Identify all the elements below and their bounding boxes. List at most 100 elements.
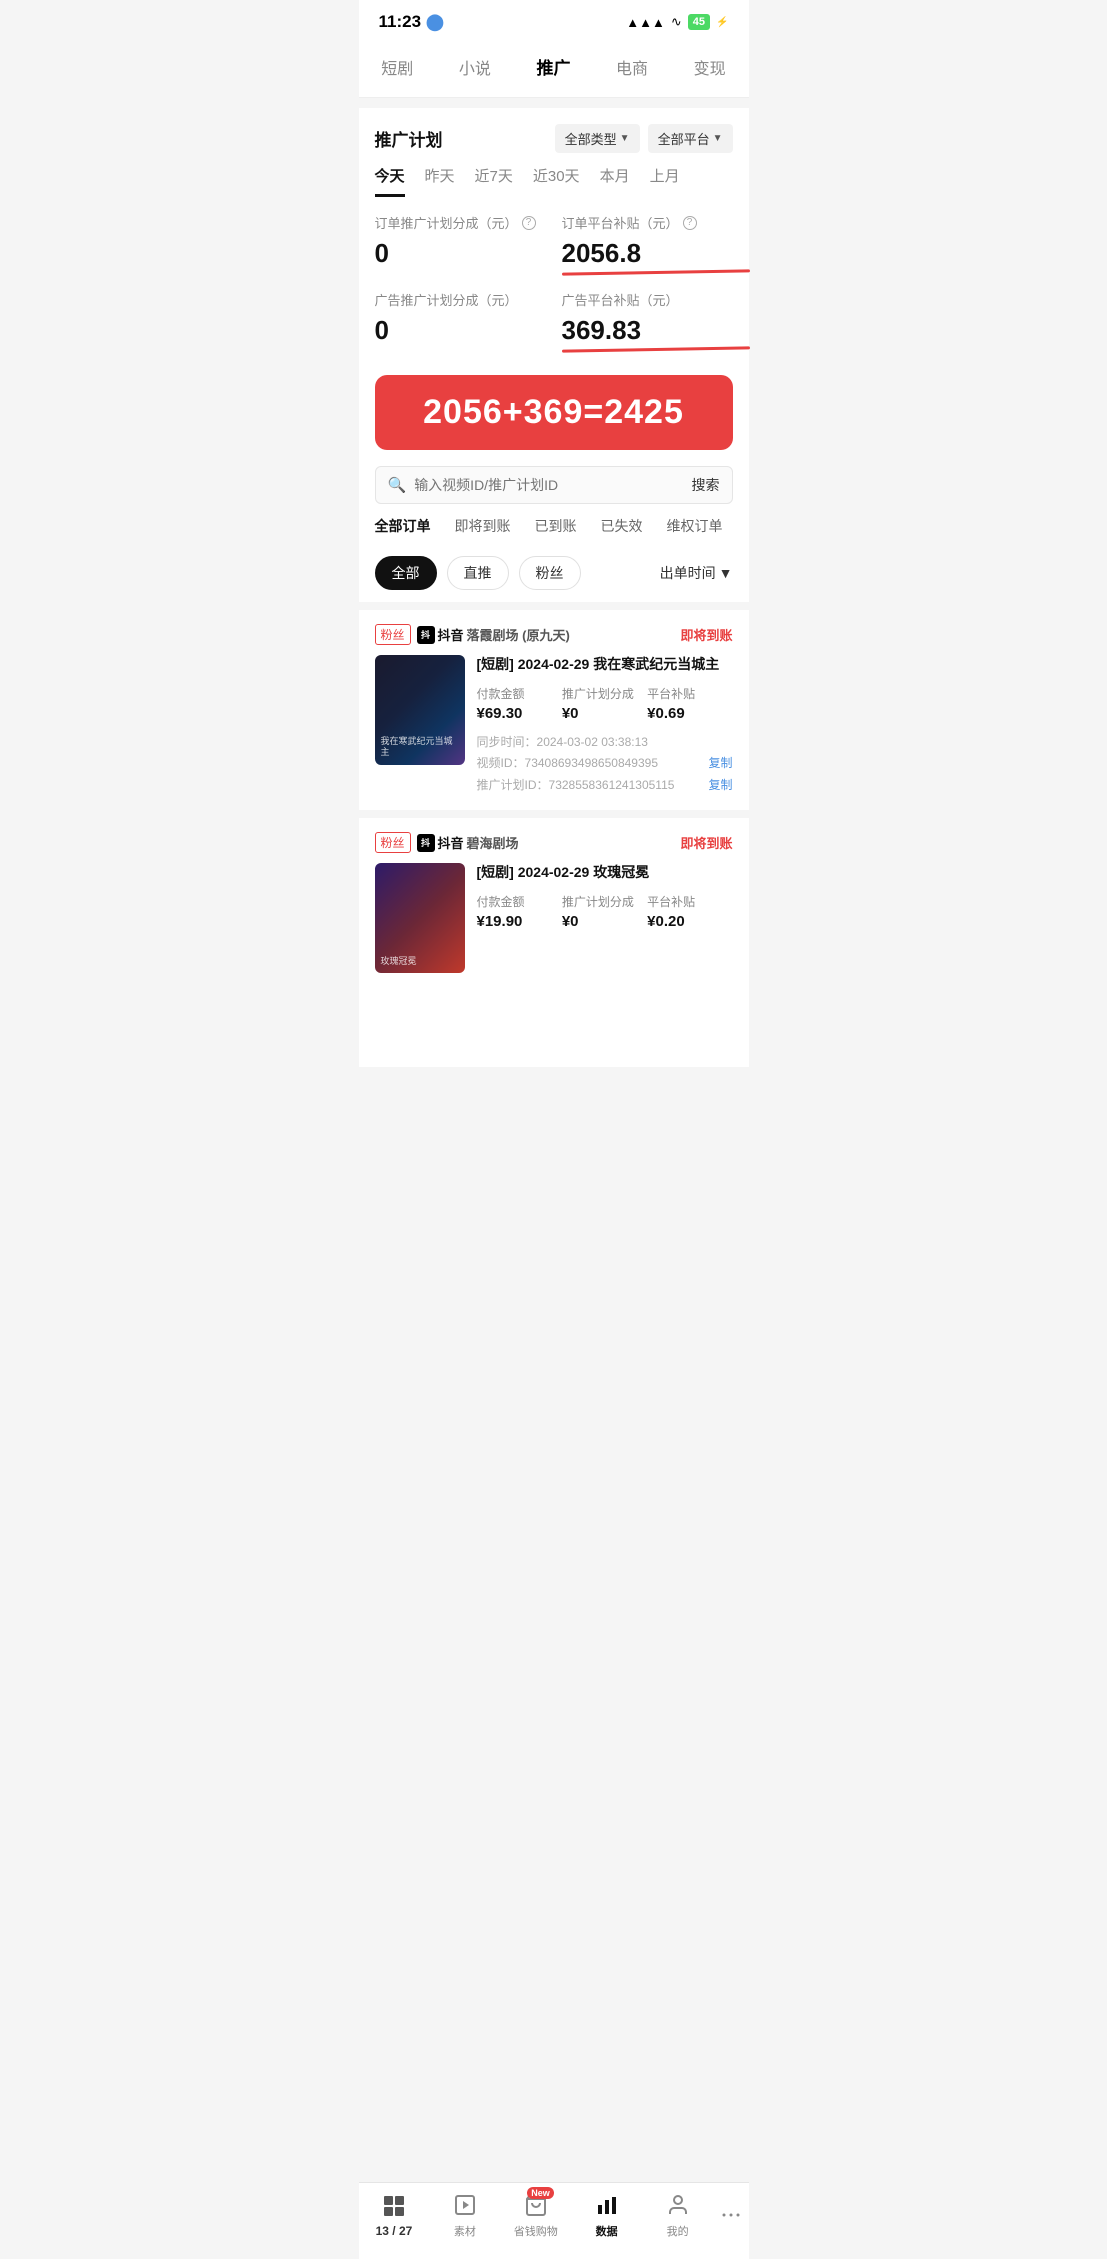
status-badge-2: 即将到账 [680, 833, 732, 852]
pay-amount-1: 付款金额 ¥69.30 [477, 685, 562, 722]
main-nav: 短剧 小说 推广 电商 变现 [359, 40, 749, 98]
date-tab-7days[interactable]: 近7天 [475, 165, 513, 197]
date-tab-30days[interactable]: 近30天 [533, 165, 580, 197]
stat-value-1: 2056.8 [562, 238, 733, 274]
stat-label-3: 广告平台补贴（元） [562, 290, 733, 309]
order-stats-2: 付款金额 ¥19.90 推广计划分成 ¥0 平台补贴 ¥0.20 [477, 893, 733, 930]
order-tabs: 全部订单 即将到账 已到账 已失效 维权订单 [359, 516, 749, 548]
filter-type-btn[interactable]: 全部类型 ▼ [555, 124, 640, 153]
order-card-1-body: 我在寒武纪元当城主 [短剧] 2024-02-29 我在寒武纪元当城主 付款金额… [375, 655, 733, 796]
douyin-icon-2: 抖 [417, 834, 435, 852]
nav-tab-novel[interactable]: 小说 [451, 51, 499, 83]
order-card-2-header: 粉丝 抖 抖音 碧海剧场 即将到账 [375, 832, 733, 853]
order-tab-dispute[interactable]: 维权订单 [667, 516, 723, 536]
order-tab-all[interactable]: 全部订单 [375, 516, 431, 536]
shopping-label: 省钱购物 [514, 2223, 558, 2239]
chart-icon [593, 2191, 621, 2219]
stat-value-0: 0 [375, 238, 546, 269]
nav-tab-monetize[interactable]: 变现 [686, 51, 734, 83]
filter-fans-btn[interactable]: 粉丝 [519, 556, 581, 590]
date-tab-lastmonth[interactable]: 上月 [650, 165, 680, 197]
stat-value-3: 369.83 [562, 315, 733, 351]
order-thumb-2: 玫瑰冠冕 [375, 863, 465, 973]
order-tab-arrived[interactable]: 已到账 [535, 516, 577, 536]
stats-grid: 订单推广计划分成（元） ? 0 订单平台补贴（元） ? 2056.8 广告推广计… [359, 197, 749, 367]
signal-icon: ▲▲▲ [626, 15, 665, 30]
filter-buttons: 全部类型 ▼ 全部平台 ▼ [555, 124, 733, 153]
main-content: 推广计划 全部类型 ▼ 全部平台 ▼ 今天 昨天 近7天 近30天 本月 上月 … [359, 108, 749, 1067]
bottom-nav-materials[interactable]: 素材 [429, 2191, 500, 2239]
page-indicator: 13 / 27 [376, 2224, 413, 2238]
info-icon-1[interactable]: ? [683, 216, 697, 230]
copy-plan-id-1[interactable]: 复制 [708, 775, 732, 797]
bottom-nav-shopping[interactable]: New 省钱购物 [500, 2191, 571, 2239]
search-icon: 🔍 [388, 476, 407, 494]
summary-banner: 2056+369=2425 [375, 375, 733, 450]
highlight-underline-2 [561, 346, 749, 352]
nav-tab-ecommerce[interactable]: 电商 [608, 51, 656, 83]
date-tab-yesterday[interactable]: 昨天 [425, 165, 455, 197]
nav-tab-drama[interactable]: 短剧 [373, 51, 421, 83]
order-tab-pending[interactable]: 即将到账 [455, 516, 511, 536]
order-card-1-header: 粉丝 抖 抖音 落霞剧场 (原九天) 即将到账 [375, 624, 733, 645]
status-icons: ▲▲▲ ∿ 45 ⚡ [626, 14, 728, 30]
commission-1: 推广计划分成 ¥0 [562, 685, 647, 722]
sort-button[interactable]: 出单时间 ▼ [660, 563, 733, 583]
bottom-nav: 13 / 27 素材 New 省钱购物 [359, 2182, 749, 2259]
play-icon [451, 2191, 479, 2219]
stat-label-1: 订单平台补贴（元） ? [562, 213, 733, 232]
order-title-1: [短剧] 2024-02-29 我在寒武纪元当城主 [477, 655, 733, 675]
thumb-art-1: 我在寒武纪元当城主 [375, 655, 465, 765]
order-thumb-1: 我在寒武纪元当城主 [375, 655, 465, 765]
bottom-nav-data[interactable]: 数据 [571, 2191, 642, 2239]
date-tab-thismonth[interactable]: 本月 [600, 165, 630, 197]
status-badge-1: 即将到账 [680, 625, 732, 644]
order-card-2-body: 玫瑰冠冕 [短剧] 2024-02-29 玫瑰冠冕 付款金额 ¥19.90 推广… [375, 863, 733, 973]
chevron-down-icon: ▼ [620, 133, 630, 144]
order-tags-2: 粉丝 抖 抖音 碧海剧场 [375, 832, 519, 853]
bottom-nav-home[interactable]: 13 / 27 [359, 2192, 430, 2238]
nav-tab-promotion[interactable]: 推广 [528, 50, 578, 83]
data-label: 数据 [596, 2223, 618, 2239]
filter-row: 全部 直推 粉丝 出单时间 ▼ [359, 548, 749, 602]
order-title-2: [短剧] 2024-02-29 玫瑰冠冕 [477, 863, 733, 883]
search-bar: 🔍 搜索 [375, 466, 733, 504]
info-icon-0[interactable]: ? [522, 216, 536, 230]
battery-icon: ⚡ [716, 17, 728, 28]
section-title: 推广计划 [375, 126, 443, 151]
commission-2: 推广计划分成 ¥0 [562, 893, 647, 930]
date-tab-today[interactable]: 今天 [375, 165, 405, 197]
bag-icon: New [522, 2191, 550, 2219]
user-icon [664, 2191, 692, 2219]
douyin-icon-1: 抖 [417, 626, 435, 644]
home-label: 13 / 27 [376, 2224, 413, 2238]
wifi-icon: ∿ [671, 14, 682, 30]
platform-tag-2: 抖 抖音 碧海剧场 [417, 833, 519, 852]
battery-indicator: 45 [688, 14, 710, 30]
search-input[interactable] [414, 477, 691, 493]
filter-direct-btn[interactable]: 直推 [447, 556, 509, 590]
chevron-down-icon: ▼ [713, 133, 723, 144]
grid-icon [380, 2192, 408, 2220]
bottom-nav-more[interactable] [713, 2201, 748, 2229]
copy-video-id-1[interactable]: 复制 [708, 753, 732, 775]
order-stats-1: 付款金额 ¥69.30 推广计划分成 ¥0 平台补贴 ¥0.69 [477, 685, 733, 722]
banner-text: 2056+369=2425 [395, 393, 713, 432]
filter-platform-btn[interactable]: 全部平台 ▼ [648, 124, 733, 153]
filter-all-btn[interactable]: 全部 [375, 556, 437, 590]
pay-amount-2: 付款金额 ¥19.90 [477, 893, 562, 930]
thumb-art-2: 玫瑰冠冕 [375, 863, 465, 973]
search-button[interactable]: 搜索 [692, 475, 720, 495]
chevron-down-icon: ▼ [719, 565, 733, 581]
platform-tag-1: 抖 抖音 落霞剧场 (原九天) [417, 625, 570, 644]
stat-label-2: 广告推广计划分成（元） [375, 290, 546, 309]
stat-order-subsidy: 订单平台补贴（元） ? 2056.8 [562, 213, 733, 274]
stat-ad-subsidy: 广告平台补贴（元） 369.83 [562, 290, 733, 351]
location-icon: ⬤ [426, 12, 444, 32]
subsidy-1: 平台补贴 ¥0.69 [647, 685, 732, 722]
more-icon [717, 2201, 745, 2229]
order-tab-expired[interactable]: 已失效 [601, 516, 643, 536]
highlight-underline [561, 269, 749, 275]
fans-tag-2: 粉丝 [375, 832, 411, 853]
bottom-nav-profile[interactable]: 我的 [642, 2191, 713, 2239]
